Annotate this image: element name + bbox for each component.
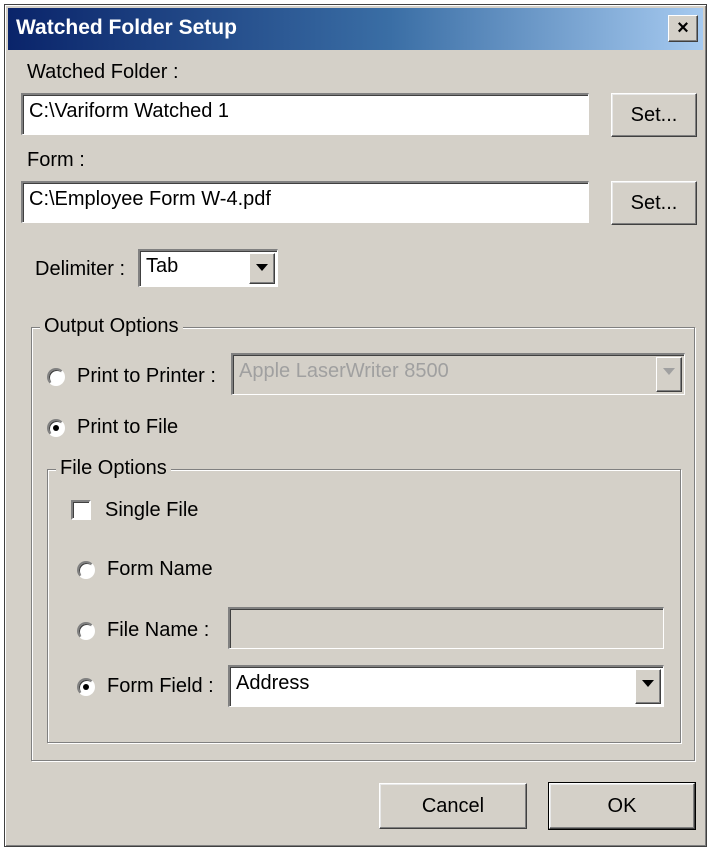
- form-set-button[interactable]: Set...: [611, 181, 697, 225]
- chevron-down-icon[interactable]: [656, 357, 682, 392]
- watched-folder-set-button[interactable]: Set...: [611, 93, 697, 137]
- form-field-select[interactable]: Address: [228, 665, 664, 707]
- form-name-label: Form Name: [107, 558, 213, 580]
- print-to-printer-radio[interactable]: [47, 368, 65, 386]
- file-options-title: File Options: [56, 457, 171, 480]
- file-name-field[interactable]: [228, 607, 664, 649]
- single-file-label: Single File: [105, 499, 199, 521]
- form-field-radio[interactable]: [77, 678, 95, 696]
- file-name-label: File Name :: [107, 619, 210, 641]
- ok-button[interactable]: OK: [548, 782, 696, 830]
- delimiter-selected-value: Tab: [146, 255, 179, 277]
- print-to-printer-label: Print to Printer :: [77, 365, 216, 387]
- form-field-label: Form Field :: [107, 675, 214, 697]
- output-options-title: Output Options: [40, 315, 183, 338]
- single-file-checkbox[interactable]: [71, 500, 91, 520]
- printer-select[interactable]: Apple LaserWriter 8500: [231, 353, 685, 395]
- print-to-file-label: Print to File: [77, 416, 179, 438]
- chevron-down-icon[interactable]: [249, 253, 275, 284]
- cancel-button[interactable]: Cancel: [379, 783, 527, 829]
- file-name-radio[interactable]: [77, 622, 95, 640]
- form-name-radio[interactable]: [77, 561, 95, 579]
- delimiter-label: Delimiter :: [35, 258, 126, 280]
- close-icon: ×: [677, 17, 689, 39]
- form-field-selected-value: Address: [236, 672, 310, 694]
- title-bar[interactable]: Watched Folder Setup ×: [8, 8, 703, 50]
- watched-folder-field[interactable]: C:\Variform Watched 1: [21, 93, 589, 135]
- chevron-down-icon[interactable]: [635, 669, 661, 704]
- form-label: Form :: [27, 149, 85, 171]
- print-to-file-radio[interactable]: [47, 419, 65, 437]
- form-field[interactable]: C:\Employee Form W-4.pdf: [21, 181, 589, 223]
- printer-selected-value: Apple LaserWriter 8500: [239, 360, 449, 382]
- watched-folder-label: Watched Folder :: [27, 61, 179, 83]
- window-title: Watched Folder Setup: [16, 16, 237, 39]
- watched-folder-setup-dialog: Watched Folder Setup × Watched Folder : …: [4, 4, 707, 847]
- close-button[interactable]: ×: [668, 15, 698, 42]
- delimiter-select[interactable]: Tab: [138, 249, 278, 287]
